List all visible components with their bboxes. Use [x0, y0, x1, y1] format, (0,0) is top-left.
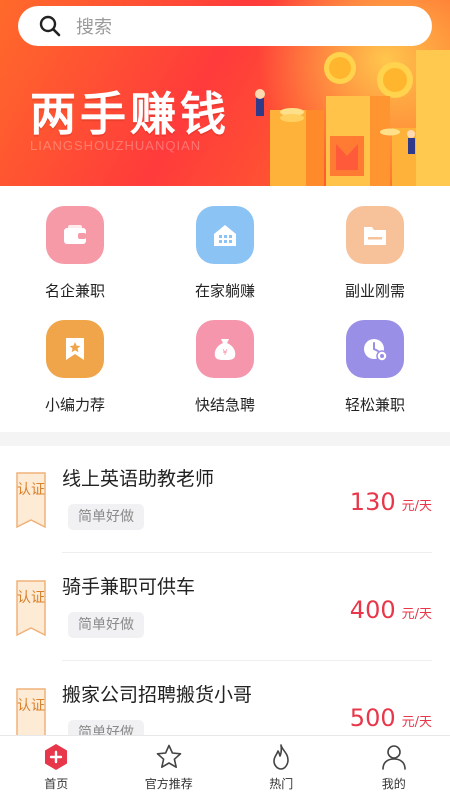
certified-badge-icon: [16, 580, 46, 636]
search-bar[interactable]: 搜索: [18, 6, 432, 46]
row-divider: [62, 552, 432, 553]
star-icon: [156, 744, 182, 768]
clock-icon: [346, 320, 404, 378]
job-item[interactable]: 认证 骑手兼职可供车 简单好做 400 元/天: [0, 554, 450, 662]
category-qingsong[interactable]: 轻松兼职: [300, 320, 450, 415]
svg-text:¥: ¥: [222, 348, 227, 357]
certified-badge-icon: [16, 472, 46, 528]
banner-subtitle: LIANGSHOUZHUANQIAN: [30, 138, 202, 153]
salary-amount: 500: [349, 704, 396, 732]
category-label: 在家躺赚: [194, 282, 255, 300]
bookmark-star-icon: [46, 320, 104, 378]
money-bag-icon: ¥: [196, 320, 254, 378]
house-icon: [196, 206, 254, 264]
job-tag: 简单好做: [68, 612, 144, 638]
section-divider: [0, 432, 450, 446]
search-icon: [39, 15, 61, 37]
flame-icon: [273, 744, 290, 770]
job-salary: 400 元/天: [350, 596, 432, 624]
tab-label: 热门: [269, 777, 294, 791]
tab-label: 我的: [381, 777, 406, 791]
home-hexagon-icon: [45, 744, 68, 770]
category-mingqi[interactable]: 名企兼职: [0, 206, 150, 301]
app-screen: 两手赚钱 LIANGSHOUZHUANQIAN 搜索 名企兼职 在家躺赚 副业刚…: [0, 0, 450, 800]
job-title: 线上英语助教老师: [62, 468, 215, 490]
job-salary: 130 元/天: [350, 488, 432, 516]
salary-amount: 130: [349, 488, 396, 516]
banner-illustration: [255, 50, 450, 186]
search-input[interactable]: 搜索: [76, 13, 112, 39]
category-kuaijie[interactable]: ¥ 快结急聘: [150, 320, 300, 415]
row-divider: [62, 660, 432, 661]
category-xiaobian[interactable]: 小编力荐: [0, 320, 150, 415]
tab-recommend[interactable]: 官方推荐: [113, 736, 226, 800]
job-item[interactable]: 认证 线上英语助教老师 简单好做 130 元/天: [0, 446, 450, 554]
salary-unit: 元/天: [401, 715, 432, 730]
salary-unit: 元/天: [401, 499, 432, 514]
certified-badge-label: 认证: [17, 590, 45, 606]
tab-hot[interactable]: 热门: [225, 736, 338, 800]
job-title: 搬家公司招聘搬货小哥: [62, 684, 253, 706]
job-title: 骑手兼职可供车: [62, 576, 196, 598]
job-tag: 简单好做: [68, 504, 144, 530]
category-zaijia[interactable]: 在家躺赚: [150, 206, 300, 301]
bottom-tab-bar: 首页 官方推荐 热门 我的: [0, 735, 450, 800]
category-label: 快结急聘: [194, 396, 255, 414]
tab-mine[interactable]: 我的: [338, 736, 450, 800]
job-salary: 500 元/天: [350, 704, 432, 732]
certified-badge-label: 认证: [17, 482, 45, 498]
category-label: 名企兼职: [44, 282, 105, 300]
category-label: 副业刚需: [344, 282, 405, 300]
tab-label: 首页: [44, 777, 69, 791]
category-grid: 名企兼职 在家躺赚 副业刚需 小编力荐 ¥ 快结急聘 轻松兼职: [0, 186, 450, 430]
tab-home[interactable]: 首页: [0, 736, 113, 800]
category-fuye[interactable]: 副业刚需: [300, 206, 450, 301]
category-label: 小编力荐: [44, 396, 105, 414]
category-label: 轻松兼职: [344, 396, 405, 414]
user-icon: [381, 745, 406, 770]
certified-badge-label: 认证: [17, 698, 45, 714]
wallet-icon: [46, 206, 104, 264]
tab-label: 官方推荐: [144, 777, 193, 791]
salary-amount: 400: [349, 596, 396, 624]
folder-icon: [346, 206, 404, 264]
salary-unit: 元/天: [401, 607, 432, 622]
banner-title: 两手赚钱: [30, 87, 230, 141]
